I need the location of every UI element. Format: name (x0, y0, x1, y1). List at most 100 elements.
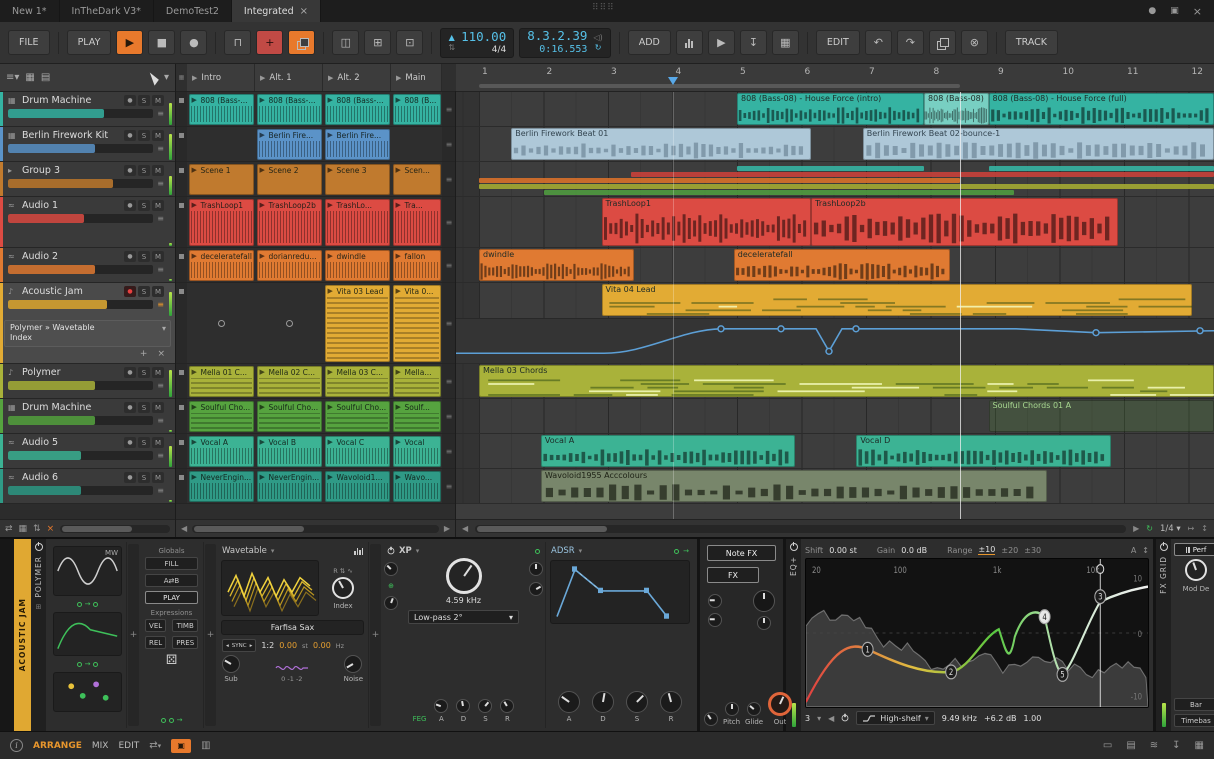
grid-view-icon[interactable]: ▦ (25, 72, 34, 83)
clip-stop-button[interactable] (176, 434, 187, 468)
scene-header[interactable]: ▶ Alt. 2 (323, 64, 391, 91)
active-panel-toggle[interactable]: ▣ (171, 738, 192, 753)
clip-slot[interactable]: ▶ 808 (Bass-... (256, 93, 322, 125)
clip-slot[interactable]: ▶ Mella 03 C... (324, 365, 390, 397)
scene-alt-icon[interactable]: ≡ (442, 162, 455, 196)
arranger-clip[interactable]: Mella 03 Chords (479, 365, 1214, 397)
volume-fader[interactable] (8, 300, 154, 309)
clip-slot[interactable]: ▶ Vocal C (324, 435, 390, 467)
clip-stop-button[interactable] (176, 197, 187, 247)
cutoff-value[interactable]: 4.59 kHz (446, 596, 481, 605)
arranger-clip[interactable]: Berlin Firework Beat 01 (511, 128, 812, 160)
clip-play-icon[interactable]: ▶ (260, 166, 265, 174)
track-row[interactable]: ▦ Drum Machine ● S M ≡ (0, 92, 175, 127)
clip-slot[interactable]: ▶ Soulful Cho... (256, 400, 322, 432)
range-20-button[interactable]: ±20 (1001, 546, 1018, 555)
wavetable-mode-icon[interactable] (354, 547, 363, 555)
oct-0-button[interactable]: 0 (281, 675, 285, 683)
tempo-value[interactable]: 110.00 (461, 29, 506, 45)
arranger-track-lane[interactable]: Vocal A Vocal D (456, 434, 1214, 469)
clip-slot[interactable]: ▶ dwindle (324, 249, 390, 281)
arranger-track-lane[interactable] (456, 162, 1214, 197)
clip-slot[interactable]: ▶ TrashLoop2b (256, 198, 322, 246)
position-display[interactable]: 8.3.2.39 0:16.553 ◁) ↻ (519, 27, 611, 58)
clip-slot[interactable]: ▶ Berlin Fire... (256, 128, 322, 160)
mix-view-button[interactable]: MIX (92, 741, 109, 751)
empty-record-slot[interactable] (285, 319, 293, 327)
scene-alt-icon[interactable]: ≡ (442, 434, 455, 468)
arranger-clip[interactable]: Vita 04 Lead (601, 284, 1192, 316)
track-row[interactable]: ≈ Audio 6 ● S M ≡ (0, 469, 175, 504)
ab-morph-button[interactable]: A⇄B (145, 574, 198, 587)
mod-output-dot[interactable] (76, 661, 82, 667)
arranger-track-lane[interactable]: Berlin Firework Beat 01 Berlin Firework B… (456, 127, 1214, 162)
mod-wheel-tile[interactable]: MW (53, 546, 122, 596)
vibrato-knob[interactable] (757, 616, 771, 630)
clip-play-icon[interactable]: ▶ (396, 438, 401, 446)
detune-value[interactable]: 0.00 (279, 641, 297, 650)
tool-dropdown-icon[interactable]: ▾ (164, 72, 169, 83)
clip-slot[interactable]: ▶ fallon (392, 249, 441, 281)
filter-type-select[interactable]: Low-pass 2° ▾ (408, 610, 519, 624)
bar-length-button[interactable]: Bar (1174, 698, 1214, 711)
mixer-panel-icon[interactable]: ▦ (1195, 740, 1204, 751)
gain-value[interactable]: 0.0 dB (901, 546, 927, 555)
arranger-track-lane[interactable]: TrashLoop1 TrashLoop2b (456, 197, 1214, 248)
window-drag-handle-icon[interactable]: ⠿⠿⠿ (592, 3, 615, 13)
clip-play-icon[interactable]: ▶ (396, 252, 401, 260)
clip-play-icon[interactable]: ▶ (328, 287, 333, 295)
mute-button[interactable]: M (152, 402, 164, 413)
clip-play-icon[interactable]: ▶ (192, 403, 197, 411)
band-freq-value[interactable]: 9.49 kHz (942, 714, 977, 723)
arranger-clip[interactable]: Soulful Chords 01 A (988, 400, 1214, 432)
file-menu-button[interactable]: FILE (8, 30, 50, 55)
clip-play-icon[interactable]: ▶ (260, 96, 265, 104)
clip-play-icon[interactable]: ▶ (260, 201, 265, 209)
filter-drive-knob[interactable] (384, 562, 398, 576)
clip-play-icon[interactable]: ▶ (328, 438, 333, 446)
polymer-rail[interactable]: POLYMER ⊞ (31, 539, 46, 731)
delete-button[interactable]: ⊗ (960, 30, 988, 55)
pan-dial[interactable] (753, 590, 775, 612)
arranger-track-lane[interactable]: Vita 04 Lead (456, 283, 1214, 364)
arranger-clip[interactable]: dwindle (479, 249, 634, 281)
play-mode-button[interactable]: PLAY (145, 591, 198, 604)
filter-cutoff-knob[interactable] (445, 558, 482, 594)
track-menu-button[interactable]: TRACK (1004, 30, 1059, 55)
play-button[interactable]: ▶ (116, 30, 144, 55)
arranger-clip[interactable]: 808 (Bass-08) - House Force (full) (988, 93, 1214, 125)
mod-output-dot[interactable] (674, 548, 680, 554)
timeline-ruler[interactable]: 1 2 3 4 5 6 7 8 9 10 11 12 (456, 64, 1214, 92)
scroll-left-icon[interactable]: ◀ (462, 524, 468, 533)
solo-button[interactable]: S (138, 402, 150, 413)
device-track-rail[interactable]: ACOUSTIC JAM (14, 539, 31, 731)
device-power-button[interactable] (1159, 542, 1168, 551)
clip-play-icon[interactable]: ▶ (192, 473, 197, 481)
sync-icon[interactable]: ⇄ (5, 524, 13, 534)
mapping-icon[interactable]: ≋ (1150, 740, 1158, 751)
clip-play-icon[interactable]: ▶ (396, 96, 401, 104)
clip-slot[interactable]: ▶ TrashLo... (324, 198, 390, 246)
band-q-value[interactable]: 1.00 (1024, 714, 1042, 723)
adsr-decay-knob[interactable] (592, 691, 614, 713)
auto-scroll-icon[interactable]: ↻ (1146, 524, 1153, 533)
record-arm-button[interactable]: ● (124, 437, 136, 448)
mute-button[interactable]: M (152, 437, 164, 448)
perf-tab[interactable]: Perf (1174, 543, 1214, 556)
clip-play-icon[interactable]: ▶ (396, 166, 401, 174)
clip-play-icon[interactable]: ▶ (260, 473, 265, 481)
punch-icon[interactable]: ⊓ (224, 30, 252, 55)
track-row[interactable]: ▸ Group 3 ● S M ≡ (0, 162, 175, 197)
oct-1-button[interactable]: -1 (287, 675, 293, 683)
arranger-track-lane[interactable]: Wavoloid1955 Acccolours (456, 469, 1214, 504)
project-tab[interactable]: New 1* (0, 0, 60, 22)
fill-button[interactable]: FILL (145, 557, 198, 570)
band-gain-value[interactable]: +6.2 dB (984, 714, 1017, 723)
timeline-range-bar[interactable] (479, 84, 960, 88)
clip-slot[interactable]: ▶ dorianredu... (256, 249, 322, 281)
record-arm-button[interactable]: ● (124, 95, 136, 106)
index-knob[interactable] (332, 576, 354, 599)
device-grid-icon[interactable]: ⊞ (36, 603, 42, 611)
shift-value[interactable]: 0.00 st (829, 546, 857, 555)
clip-play-icon[interactable]: ▶ (328, 368, 333, 376)
